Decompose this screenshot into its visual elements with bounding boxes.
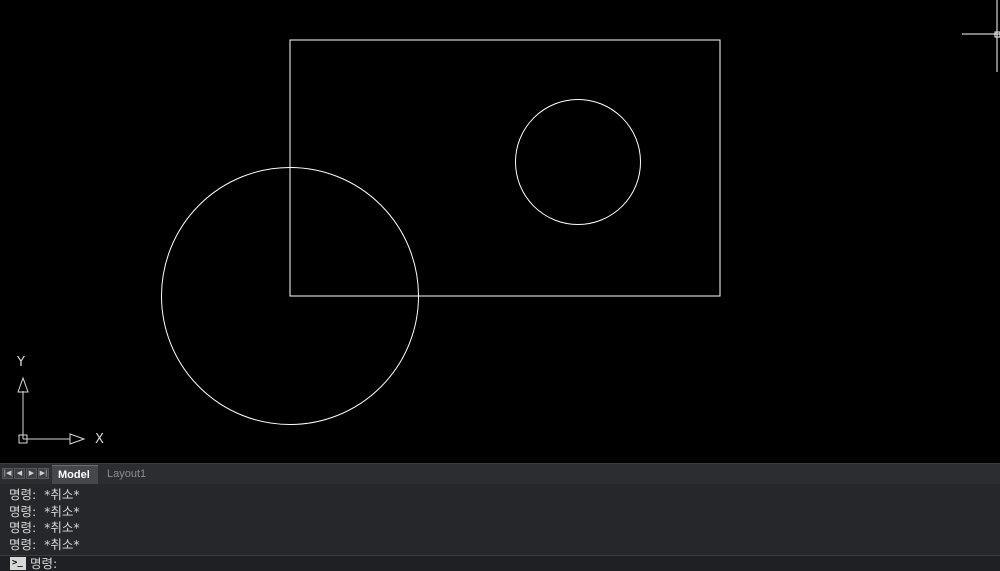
- history-line: 명령: *취소*: [9, 520, 80, 535]
- history-line: 명령: *취소*: [9, 503, 80, 519]
- ucs-x-label: X: [95, 432, 104, 447]
- cad-application: Y X |◀ ◀ ▶ ▶| Model Layout1 명령: *취소* 명령:…: [0, 0, 1000, 571]
- command-input[interactable]: [70, 557, 990, 570]
- drawing-canvas[interactable]: Y X: [0, 0, 1000, 463]
- tab-model[interactable]: Model: [52, 465, 98, 484]
- command-line[interactable]: >_ 명령:: [0, 555, 1000, 571]
- drawn-rectangle[interactable]: [289, 39, 721, 297]
- next-layout-icon[interactable]: ▶: [26, 468, 37, 479]
- tab-layout1[interactable]: Layout1: [101, 465, 159, 484]
- history-line: 명령: *취소*: [9, 536, 80, 552]
- command-prompt-label: 명령:: [30, 556, 58, 571]
- command-history: 명령: *취소* 명령: *취소* 명령: *취소* 명령: *취소*: [0, 484, 1000, 555]
- ucs-y-label: Y: [17, 355, 25, 370]
- layout-tab-bar: |◀ ◀ ▶ ▶| Model Layout1: [0, 463, 1000, 484]
- crosshair-cursor: [962, 0, 1000, 72]
- drawn-circle-small[interactable]: [515, 99, 641, 225]
- command-prompt-icon: >_: [10, 557, 26, 570]
- prev-layout-icon[interactable]: ◀: [14, 468, 25, 479]
- last-layout-icon[interactable]: ▶|: [38, 468, 49, 479]
- ucs-icon: [17, 376, 86, 445]
- first-layout-icon[interactable]: |◀: [2, 468, 13, 479]
- history-line: 명령: *취소*: [9, 487, 80, 502]
- drawing-svg[interactable]: [0, 0, 1000, 463]
